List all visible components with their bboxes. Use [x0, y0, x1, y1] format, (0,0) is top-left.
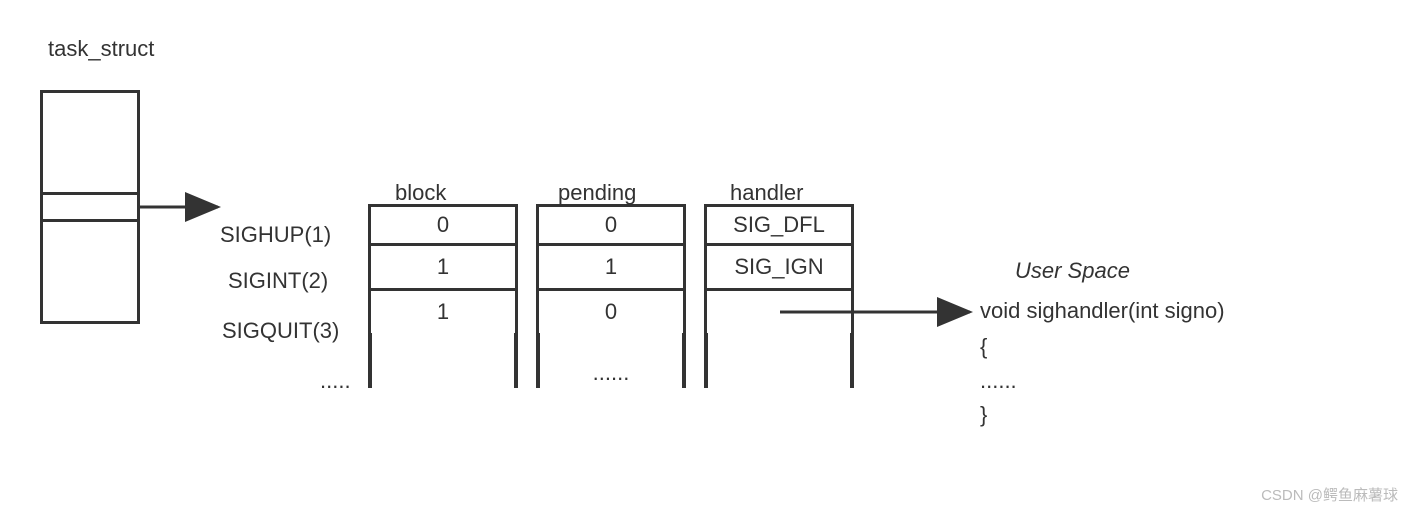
watermark: CSDN @鳄鱼麻薯球 — [1261, 484, 1398, 505]
